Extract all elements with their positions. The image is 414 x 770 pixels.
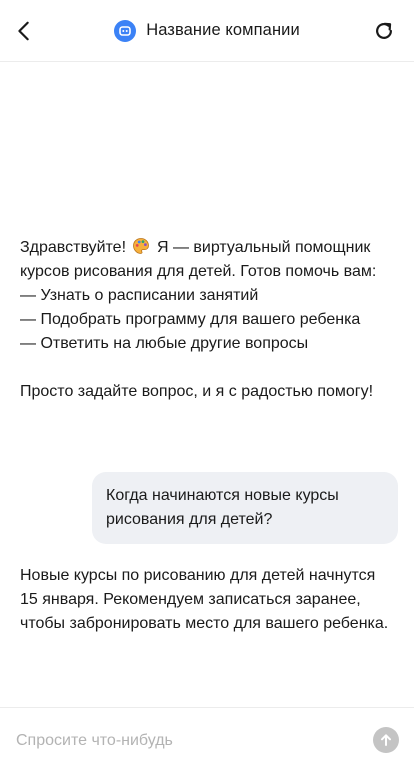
robot-icon xyxy=(114,19,137,42)
message-list[interactable]: Здравствуйте! Я — виртуальный помощник к… xyxy=(0,62,414,707)
arrow-up-icon xyxy=(381,734,391,746)
bot-message-text: Я — виртуальный помощник курсов рисовани… xyxy=(20,239,377,400)
chevron-left-icon xyxy=(18,21,29,41)
bot-message: Здравствуйте! Я — виртуальный помощник к… xyxy=(20,236,396,404)
header-title-group: Название компании xyxy=(114,19,300,42)
greeting-text: Здравствуйте! xyxy=(20,239,127,256)
bot-message: Новые курсы по рисованию для детей начну… xyxy=(20,564,396,636)
composer xyxy=(0,707,414,770)
chat-header: Название компании xyxy=(0,0,414,62)
user-message: Когда начинаются новые курсы рисования д… xyxy=(92,472,398,544)
send-button[interactable] xyxy=(373,727,399,753)
refresh-button[interactable] xyxy=(370,17,398,45)
page-title: Название компании xyxy=(146,21,300,39)
chat-app: Название компании Здравствуйте! Я — вирт… xyxy=(0,0,414,770)
bot-message-text: Новые курсы по рисованию для детей начну… xyxy=(20,567,389,632)
message-input[interactable] xyxy=(16,726,356,756)
back-button[interactable] xyxy=(10,17,38,45)
refresh-icon xyxy=(376,22,392,39)
palette-icon xyxy=(133,238,150,254)
user-message-text: Когда начинаются новые курсы рисования д… xyxy=(106,487,339,528)
